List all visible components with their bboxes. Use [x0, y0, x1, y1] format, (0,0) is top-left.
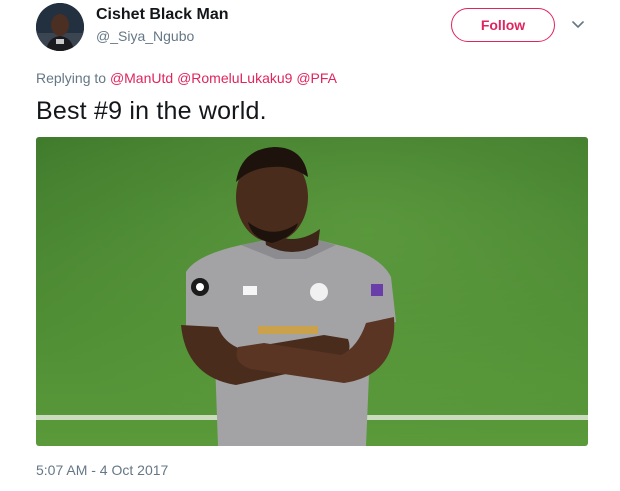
tweet-timestamp[interactable]: 5:07 AM - 4 Oct 2017	[36, 462, 168, 478]
avatar[interactable]	[36, 3, 84, 51]
football-player-photo	[36, 137, 588, 446]
chevron-down-icon[interactable]	[569, 18, 587, 32]
tweet-card: Cishet Black Man @_Siya_Ngubo Follow Rep…	[0, 0, 620, 491]
username[interactable]: @_Siya_Ngubo	[96, 28, 194, 44]
replying-to-label: Replying to	[36, 70, 107, 86]
tweet-photo[interactable]	[36, 137, 588, 446]
replying-to-line: Replying to @ManUtd @RomeluLukaku9 @PFA	[36, 70, 337, 86]
display-name[interactable]: Cishet Black Man	[96, 6, 228, 24]
tweet-text: Best #9 in the world.	[36, 97, 267, 125]
avatar-image	[36, 3, 84, 51]
mention-pfa[interactable]: @PFA	[296, 70, 337, 86]
mention-manutd[interactable]: @ManUtd	[110, 70, 173, 86]
mention-romelulukaku9[interactable]: @RomeluLukaku9	[177, 70, 292, 86]
follow-button[interactable]: Follow	[451, 8, 555, 42]
